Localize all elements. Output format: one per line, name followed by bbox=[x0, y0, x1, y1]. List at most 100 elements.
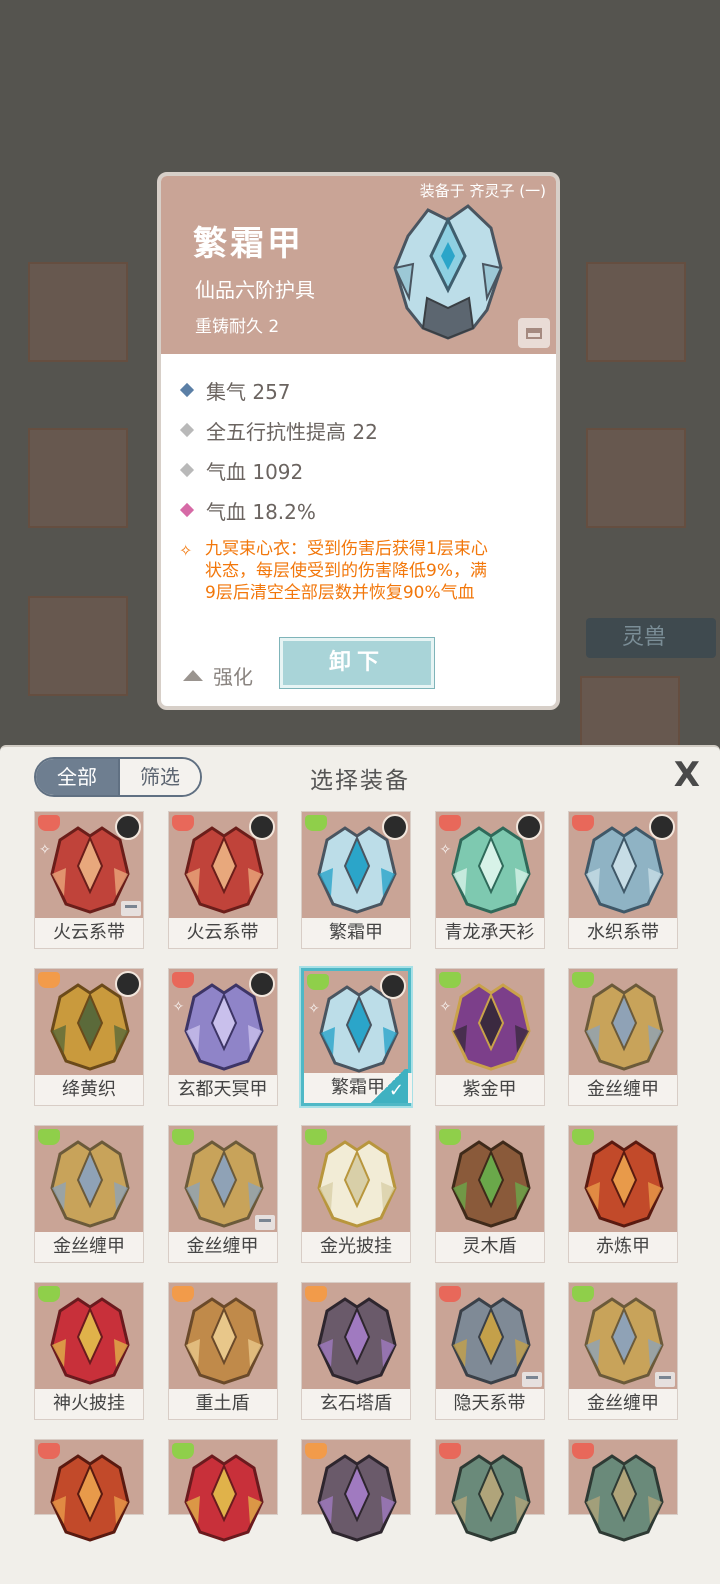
equip-type-icon bbox=[38, 1129, 60, 1145]
special-effect-icon: ✧ bbox=[172, 999, 185, 1015]
equip-type-icon bbox=[572, 815, 594, 831]
diamond-icon bbox=[179, 382, 195, 398]
gold-vest-icon bbox=[50, 1140, 130, 1228]
equip-type-icon bbox=[572, 1286, 594, 1302]
equipment-tile[interactable]: 水织系带 bbox=[568, 811, 678, 949]
equip-type-icon bbox=[305, 1443, 327, 1459]
equipment-tile[interactable] bbox=[568, 1439, 678, 1542]
unequip-button[interactable]: 卸下 bbox=[279, 637, 435, 689]
equipment-name: 火云系带 bbox=[35, 918, 143, 948]
equipment-name: 金光披挂 bbox=[302, 1232, 410, 1262]
equipment-tile[interactable]: 火云系带 bbox=[167, 811, 278, 949]
stat-row: 气血 1092 bbox=[179, 450, 549, 490]
stat-label: 集气 257 bbox=[206, 379, 291, 404]
red-armor-icon bbox=[50, 1454, 130, 1542]
equipment-tile[interactable]: 金丝缠甲 bbox=[167, 1125, 278, 1263]
equipment-tile[interactable]: 繁霜甲 bbox=[301, 811, 411, 949]
equipment-tile[interactable]: 灵木盾 bbox=[434, 1125, 545, 1263]
red-armor-icon bbox=[584, 1140, 664, 1228]
stone-shield-icon bbox=[317, 1454, 397, 1542]
effect-line: 状态，每层使受到的伤害降低9%，满 bbox=[205, 561, 487, 581]
spirit-beast-tab: 灵兽 bbox=[586, 618, 716, 658]
red-cloak-icon bbox=[50, 1297, 130, 1385]
equipment-tile[interactable]: 金丝缠甲 bbox=[568, 968, 678, 1106]
equip-type-icon bbox=[307, 974, 329, 990]
equipment-name: 神火披挂 bbox=[35, 1389, 143, 1419]
selected-check-icon: ✓ bbox=[368, 1069, 408, 1103]
equip-type-icon bbox=[171, 815, 194, 831]
equipment-tile[interactable]: ✧ 紫金甲 bbox=[434, 968, 545, 1106]
owner-avatar bbox=[382, 814, 408, 840]
equipment-tile[interactable] bbox=[434, 1439, 545, 1542]
effect-rune-icon: ✧ bbox=[179, 541, 193, 560]
equip-type-icon bbox=[38, 1443, 60, 1459]
item-detail-header: 装备于 齐灵子 (一) 繁霜甲 仙品六阶护具 重铸耐久 2 bbox=[161, 176, 556, 354]
equipment-tile[interactable] bbox=[301, 1439, 411, 1542]
item-name: 繁霜甲 bbox=[193, 224, 304, 264]
bg-equip-slot bbox=[586, 428, 686, 528]
equip-type-icon bbox=[572, 1129, 594, 1145]
strengthen-button[interactable]: 强化 bbox=[183, 661, 253, 690]
white-cloak-icon bbox=[317, 1140, 397, 1228]
equipment-tile[interactable] bbox=[34, 1439, 144, 1542]
equipment-tile[interactable]: ✧ 青龙承天衫 bbox=[434, 811, 545, 949]
diamond-icon bbox=[179, 462, 195, 478]
item-stats: 集气 257 全五行抗性提高 22 气血 1092 气血 18.2% ✧ 九冥束… bbox=[179, 370, 549, 604]
close-icon[interactable]: X bbox=[674, 755, 700, 795]
effect-line: 9层后清空全部层数并恢复90%气血 bbox=[205, 583, 475, 603]
equip-type-icon bbox=[38, 972, 60, 988]
special-effect: ✧ 九冥束心衣：受到伤害后获得1层束心 状态，每层使受到的伤害降低9%，满 9层… bbox=[179, 538, 549, 604]
lock-icon bbox=[521, 1372, 542, 1387]
owner-avatar bbox=[248, 971, 275, 997]
stat-label: 全五行抗性提高 22 bbox=[206, 419, 378, 444]
equipment-select-panel: 全部 筛选 选择装备 X ✧ 火云系带 火云系带 繁霜甲 ✧ 青龙承天衫 水织系带 绛黄织 ✧ 玄… bbox=[0, 745, 720, 1584]
item-recast-durability: 重铸耐久 2 bbox=[195, 317, 280, 337]
equip-type-icon bbox=[305, 1129, 327, 1145]
equipment-name: 灵木盾 bbox=[435, 1232, 544, 1262]
equipment-tile[interactable]: ✧ 火云系带 bbox=[34, 811, 144, 949]
equip-type-icon bbox=[171, 972, 194, 988]
special-effect-icon: ✧ bbox=[439, 842, 452, 858]
equipment-tile[interactable]: 绛黄织 bbox=[34, 968, 144, 1106]
equipment-name: 青龙承天衫 bbox=[435, 918, 544, 948]
stat-row: 集气 257 bbox=[179, 370, 549, 410]
bg-equip-slot bbox=[586, 262, 686, 362]
equipment-tile[interactable]: 神火披挂 bbox=[34, 1282, 144, 1420]
equipment-name: 玄石塔盾 bbox=[302, 1389, 410, 1419]
equipment-tile[interactable] bbox=[167, 1439, 278, 1542]
lock-icon bbox=[655, 1372, 675, 1387]
equip-type-icon bbox=[171, 1129, 194, 1145]
equipment-tile[interactable]: 重土盾 bbox=[167, 1282, 278, 1420]
stat-label: 气血 18.2% bbox=[206, 499, 316, 524]
bg-equip-slot bbox=[28, 596, 128, 696]
equipment-name: 水织系带 bbox=[569, 918, 677, 948]
equipment-tile[interactable]: 玄石塔盾 bbox=[301, 1282, 411, 1420]
lock-button[interactable] bbox=[518, 318, 550, 348]
equipment-tile[interactable]: 赤炼甲 bbox=[568, 1125, 678, 1263]
equipment-tile[interactable]: 金丝缠甲 bbox=[568, 1282, 678, 1420]
equipment-tile[interactable]: ✧ 玄都天冥甲 bbox=[167, 968, 278, 1106]
effect-text: 九冥束心衣：受到伤害后获得1层束心 状态，每层使受到的伤害降低9%，满 9层后清… bbox=[205, 538, 488, 604]
equip-type-icon bbox=[305, 815, 327, 831]
diamond-icon bbox=[179, 502, 195, 518]
special-effect-icon: ✧ bbox=[439, 999, 452, 1015]
equip-type-icon bbox=[572, 972, 594, 988]
equipment-tile[interactable]: 金光披挂 bbox=[301, 1125, 411, 1263]
equipment-name: 玄都天冥甲 bbox=[168, 1075, 277, 1105]
equipment-tile[interactable]: 金丝缠甲 bbox=[34, 1125, 144, 1263]
equipment-tile[interactable]: ✧ 繁霜甲 ✓ bbox=[301, 968, 412, 1106]
equip-type-icon bbox=[305, 1286, 327, 1302]
owner-avatar bbox=[248, 814, 275, 840]
up-arrow-icon bbox=[183, 670, 203, 681]
equipment-name: 火云系带 bbox=[168, 918, 277, 948]
equip-type-icon bbox=[438, 1286, 461, 1302]
lock-icon bbox=[254, 1215, 275, 1230]
equip-type-icon bbox=[438, 1443, 461, 1459]
equip-type-icon bbox=[171, 1286, 194, 1302]
equipment-name: 金丝缠甲 bbox=[569, 1075, 677, 1105]
special-effect-icon: ✧ bbox=[308, 1001, 320, 1017]
stone-shield-icon bbox=[317, 1297, 397, 1385]
stat-row: 气血 18.2% bbox=[179, 490, 549, 530]
equipment-tile[interactable]: 隐天系带 bbox=[434, 1282, 545, 1420]
owner-avatar bbox=[380, 973, 406, 999]
